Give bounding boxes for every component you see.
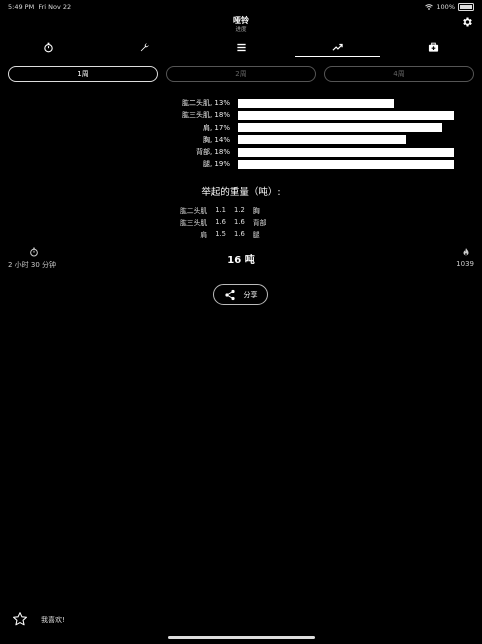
weight-muscle-name: 肩 xyxy=(200,231,208,239)
bar-row: 背部, 18% xyxy=(120,146,470,158)
weight-title: 举起的重量（吨）: xyxy=(201,187,281,198)
weight-row: 肱三头肌 1.6 1.6 背部 xyxy=(176,216,270,228)
status-indicators: 100% xyxy=(425,3,474,11)
weight-value: 1.6 xyxy=(215,218,226,226)
tab-health[interactable] xyxy=(386,38,482,56)
trend-icon xyxy=(332,43,343,51)
page-subtitle: 进度 xyxy=(235,27,247,33)
bar-label: 胸, 14% xyxy=(202,135,230,144)
bar-row: 肩, 17% xyxy=(120,122,470,134)
star-icon[interactable] xyxy=(12,611,28,627)
weight-value: 1.1 xyxy=(215,206,226,214)
tab-list[interactable] xyxy=(193,38,289,56)
segment-4-weeks[interactable]: 4周 xyxy=(324,66,474,82)
bar-label: 肱二头肌, 13% xyxy=(181,99,230,107)
weight-muscle-name: 背部 xyxy=(252,219,267,227)
bar xyxy=(238,123,442,133)
weight-value: 1.2 xyxy=(234,206,245,214)
bar xyxy=(238,110,454,120)
weight-muscle-name: 腿 xyxy=(252,231,260,239)
wifi-icon xyxy=(425,4,434,10)
bar-track xyxy=(238,135,458,145)
like-label[interactable]: 我喜欢! xyxy=(41,615,65,625)
calories-text: 1039 xyxy=(456,260,474,268)
bar-track xyxy=(238,147,458,157)
muscle-distribution-chart: 肱二头肌, 13% 肱三头肌, 18% 肩, 17% 胸, 14% 背部, 18% 腿, … xyxy=(120,97,470,171)
bar-label: 背部, 18% xyxy=(195,148,230,157)
bar-label: 肩, 17% xyxy=(202,123,230,132)
weight-muscle-name: 肱三头肌 xyxy=(180,219,208,227)
weight-row: 肩 1.5 1.6 腿 xyxy=(176,228,270,240)
status-date: Fri Nov 22 xyxy=(38,3,72,11)
bar-row: 胸, 14% xyxy=(120,134,470,146)
bar-row: 肱三头肌, 18% xyxy=(120,109,470,121)
home-indicator xyxy=(168,636,315,639)
bar-track xyxy=(238,110,458,120)
bar-row: 肱二头肌, 13% xyxy=(120,97,470,109)
bar-label: 腿, 19% xyxy=(202,160,230,169)
bar xyxy=(238,159,454,169)
battery-icon xyxy=(458,3,474,11)
tab-timer[interactable] xyxy=(0,38,96,56)
weight-table: 肱二头肌 1.1 1.2 胸 肱三头肌 1.6 1.6 背部 肩 1.5 1.6… xyxy=(176,204,270,240)
share-button[interactable]: 分享 xyxy=(213,284,268,305)
weight-value: 1.6 xyxy=(234,230,245,238)
status-time: 5:49 PM xyxy=(8,3,35,11)
share-icon xyxy=(224,289,235,300)
bar-track xyxy=(238,98,458,108)
total-weight: 16 吨 xyxy=(227,255,255,266)
segment-2-weeks[interactable]: 2周 xyxy=(166,66,316,82)
list-icon xyxy=(236,43,246,51)
bar xyxy=(238,98,394,108)
weight-muscle-name: 肱二头肌 xyxy=(180,207,208,215)
wrench-icon xyxy=(140,42,149,51)
tab-tools[interactable] xyxy=(96,38,192,56)
bar-track xyxy=(238,159,458,169)
status-time-date: 5:49 PM Fri Nov 22 xyxy=(8,3,71,11)
medical-case-icon xyxy=(429,42,439,52)
flame-icon xyxy=(463,247,469,256)
bar xyxy=(238,135,406,145)
weight-row: 肱二头肌 1.1 1.2 胸 xyxy=(176,204,270,216)
bar xyxy=(238,147,454,157)
weight-value: 1.6 xyxy=(234,218,245,226)
stopwatch-icon xyxy=(43,42,53,52)
bar-row: 腿, 19% xyxy=(120,158,470,170)
gear-icon[interactable] xyxy=(461,16,473,28)
weight-muscle-name: 胸 xyxy=(252,207,260,215)
tab-progress[interactable] xyxy=(289,38,385,57)
tab-bar xyxy=(0,38,482,57)
bar-track xyxy=(238,123,458,133)
share-label: 分享 xyxy=(243,290,258,299)
battery-percent: 100% xyxy=(436,3,455,11)
segment-1-week[interactable]: 1周 xyxy=(8,66,158,82)
bar-label: 肱三头肌, 18% xyxy=(181,111,230,120)
weight-value: 1.5 xyxy=(215,230,226,238)
